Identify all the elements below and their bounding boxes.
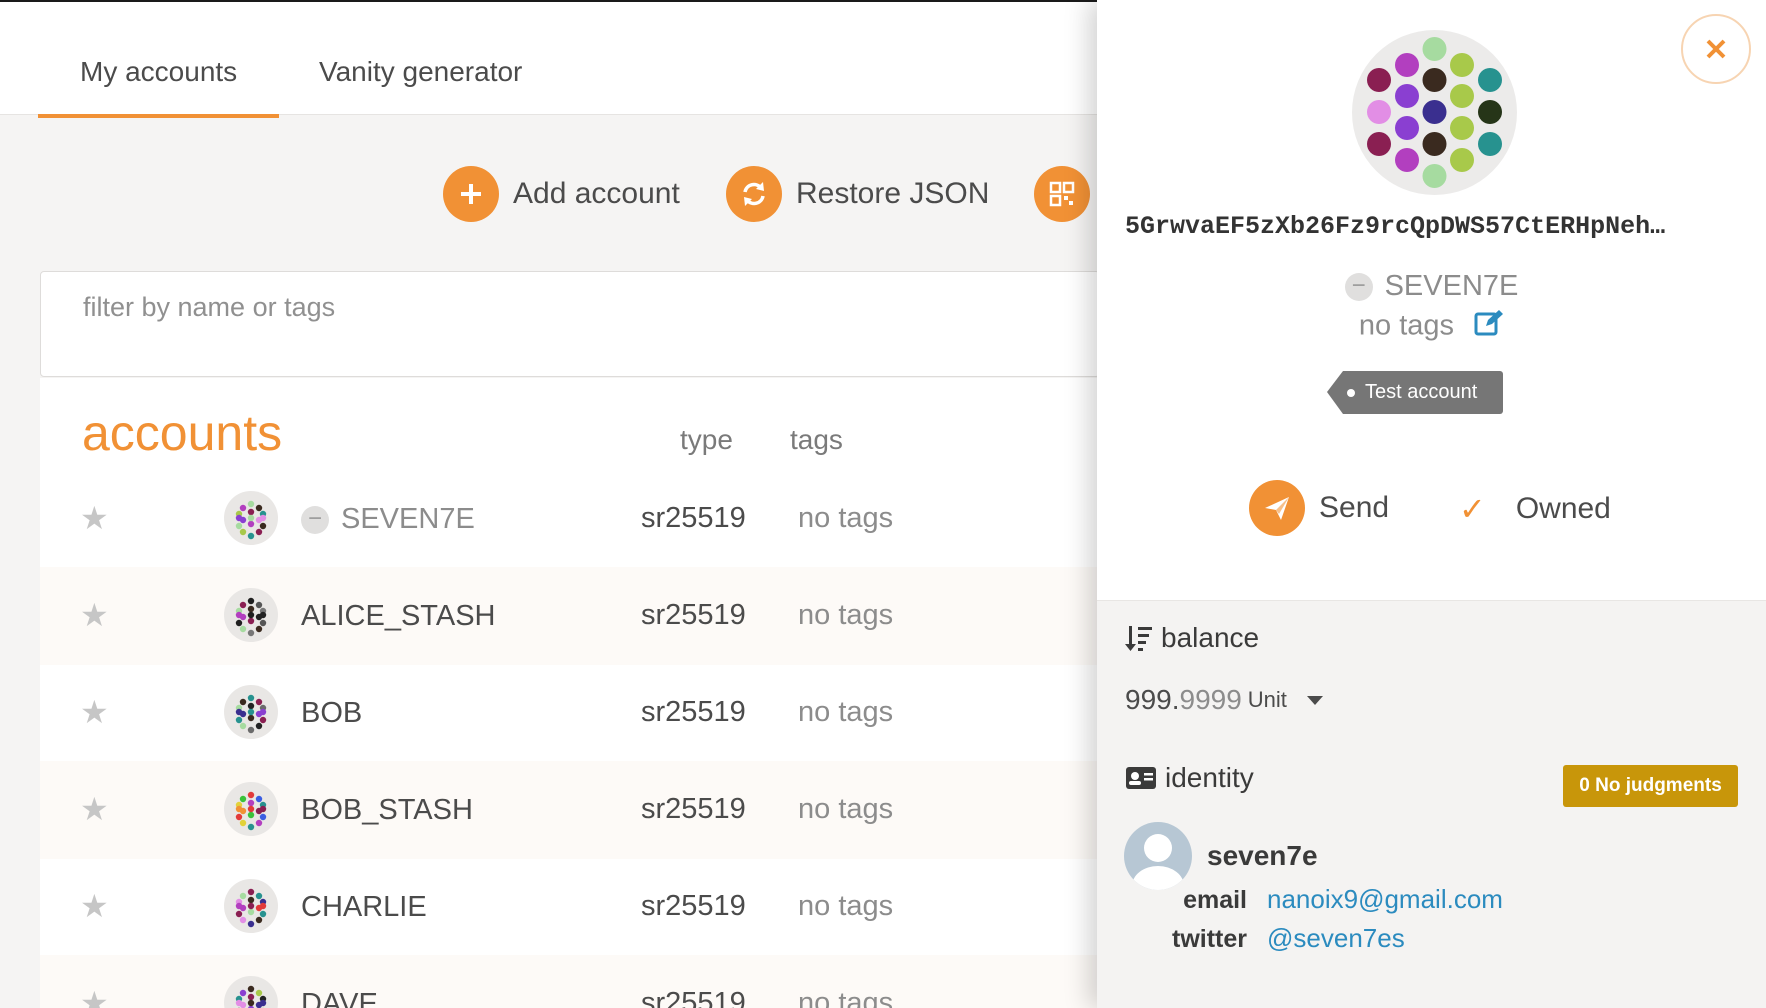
sidebar-tags: no tags xyxy=(1097,308,1766,346)
account-tags: no tags xyxy=(798,987,894,1008)
account-type: sr25519 xyxy=(641,599,746,631)
identity-heading: identity xyxy=(1125,762,1254,794)
account-name: BOB_STASH xyxy=(301,794,473,826)
tag-arrow xyxy=(1327,371,1343,414)
star-icon[interactable]: ★ xyxy=(80,696,110,728)
identicon xyxy=(224,685,278,739)
table-row[interactable]: ★ BOB_STASH sr25519 no tags xyxy=(40,761,1100,859)
account-type: sr25519 xyxy=(641,890,746,922)
send-button[interactable]: Send xyxy=(1249,480,1389,536)
check-icon: ✓ xyxy=(1459,491,1486,527)
sort-amount-icon xyxy=(1125,626,1152,651)
table-row[interactable]: ★ CHARLIE sr25519 no tags xyxy=(40,858,1100,956)
qr-icon xyxy=(1034,166,1090,222)
account-tags: no tags xyxy=(798,696,894,728)
account-address[interactable]: 5GrwvaEF5zXb26Fz9rcQpDWS57CtERHpNeh… xyxy=(1125,212,1745,241)
qr-add-button[interactable] xyxy=(1034,166,1104,222)
sidebar-account-name-text: SEVEN7E xyxy=(1384,270,1519,302)
close-button[interactable] xyxy=(1681,14,1751,84)
email-label: email xyxy=(1183,886,1247,914)
account-name: − SEVEN7E xyxy=(301,503,475,536)
table-row[interactable]: ★ ALICE_STASH sr25519 no tags xyxy=(40,567,1100,665)
account-name: ALICE_STASH xyxy=(301,600,496,632)
active-tab-indicator xyxy=(38,114,279,118)
account-sidebar: 5GrwvaEF5zXb26Fz9rcQpDWS57CtERHpNeh… − SE… xyxy=(1097,0,1766,1008)
filter-box xyxy=(40,271,1100,377)
owned-status: ✓ Owned xyxy=(1459,484,1611,534)
judgment-text: No judgments xyxy=(1595,775,1722,796)
refresh-icon xyxy=(726,166,782,222)
filter-input[interactable] xyxy=(83,292,1057,323)
column-header-tags: tags xyxy=(790,424,843,455)
table-row[interactable]: ★ DAVE sr25519 no tags xyxy=(40,955,1100,1008)
identicon xyxy=(224,976,278,1008)
restore-json-label: Restore JSON xyxy=(796,177,990,210)
close-icon xyxy=(1706,39,1726,59)
star-icon[interactable]: ★ xyxy=(80,793,110,825)
account-type: sr25519 xyxy=(641,502,746,534)
tag-dot xyxy=(1347,389,1355,397)
minus-icon: − xyxy=(1344,273,1373,302)
identicon-large[interactable] xyxy=(1352,30,1517,195)
identicon xyxy=(224,491,278,545)
user-avatar xyxy=(1124,822,1192,890)
restore-json-button[interactable]: Restore JSON xyxy=(726,166,989,222)
balance-whole: 999. xyxy=(1125,684,1180,715)
tab-vanity-generator[interactable]: Vanity generator xyxy=(319,56,522,88)
star-icon[interactable]: ★ xyxy=(80,987,110,1008)
add-account-button[interactable]: Add account xyxy=(443,166,680,222)
account-tags: no tags xyxy=(798,793,894,825)
account-tags: no tags xyxy=(798,502,894,534)
star-icon[interactable]: ★ xyxy=(80,502,110,534)
identicon xyxy=(224,879,278,933)
tab-my-accounts[interactable]: My accounts xyxy=(80,56,237,88)
paper-plane-icon xyxy=(1249,480,1305,536)
balance-decimals: 9999 xyxy=(1179,684,1242,715)
star-icon[interactable]: ★ xyxy=(80,599,110,631)
account-name: CHARLIE xyxy=(301,891,427,923)
account-name: BOB xyxy=(301,697,363,729)
edit-icon[interactable] xyxy=(1474,308,1504,346)
account-name: DAVE xyxy=(301,988,378,1008)
caret-down-icon[interactable] xyxy=(1306,695,1323,705)
twitter-link[interactable]: @seven7es xyxy=(1267,923,1405,954)
judgment-count: 0 xyxy=(1579,775,1590,796)
plus-icon xyxy=(443,166,499,222)
account-type: sr25519 xyxy=(641,696,746,728)
account-type: sr25519 xyxy=(641,987,746,1008)
email-link[interactable]: nanoix9@gmail.com xyxy=(1267,884,1503,915)
account-name-text: SEVEN7E xyxy=(341,503,475,535)
account-type: sr25519 xyxy=(641,793,746,825)
identity-label: identity xyxy=(1165,762,1254,793)
id-card-icon xyxy=(1126,767,1156,789)
test-account-label: Test account xyxy=(1343,371,1504,414)
account-tags: no tags xyxy=(798,599,894,631)
table-row[interactable]: ★ − SEVEN7E sr25519 no tags xyxy=(40,470,1100,568)
identicon xyxy=(224,588,278,642)
column-header-type: type xyxy=(680,424,733,455)
balance-value: 999. 9999 Unit xyxy=(1125,684,1323,716)
identicon xyxy=(224,782,278,836)
send-label: Send xyxy=(1319,491,1390,524)
minus-icon: − xyxy=(301,506,329,535)
identity-display-name: seven7e xyxy=(1207,840,1318,871)
test-account-text: Test account xyxy=(1365,381,1478,403)
owned-label: Owned xyxy=(1515,492,1611,525)
balance-heading: balance xyxy=(1125,622,1259,654)
judgments-badge: 0 No judgments xyxy=(1563,765,1738,807)
star-icon[interactable]: ★ xyxy=(80,890,110,922)
test-account-badge: Test account xyxy=(1327,371,1504,414)
twitter-label: twitter xyxy=(1172,925,1247,953)
account-tags: no tags xyxy=(798,890,894,922)
table-row[interactable]: ★ BOB sr25519 no tags xyxy=(40,664,1100,762)
add-account-label: Add account xyxy=(513,177,680,210)
sidebar-tags-text: no tags xyxy=(1358,309,1455,342)
sidebar-account-name: − SEVEN7E xyxy=(1097,270,1766,303)
balance-unit: Unit xyxy=(1247,687,1287,712)
balance-label: balance xyxy=(1161,622,1260,653)
accounts-heading: accounts xyxy=(82,405,283,461)
